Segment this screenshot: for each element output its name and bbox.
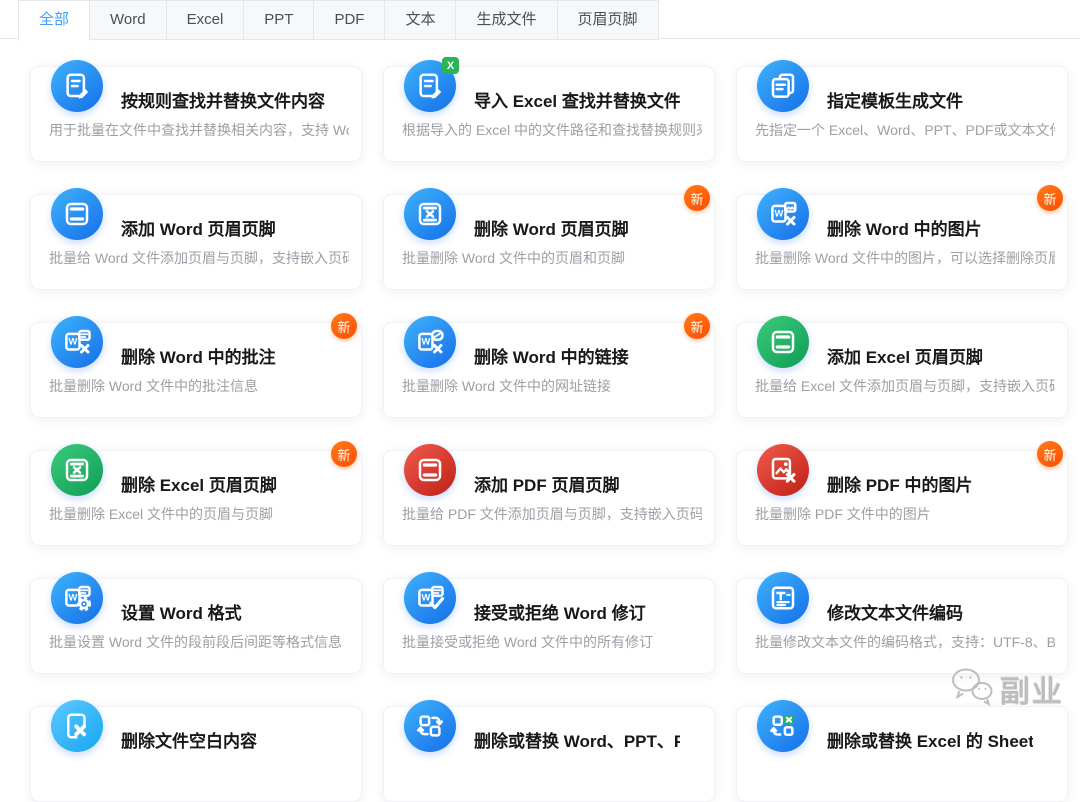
tool-card-title: 按规则查找并替换文件内容 bbox=[121, 87, 327, 112]
new-badge: 新 bbox=[1037, 441, 1063, 467]
tab-ppt[interactable]: PPT bbox=[244, 0, 314, 40]
word-comment-x-icon: W bbox=[51, 316, 103, 368]
header-x-icon bbox=[404, 188, 456, 240]
excel-find-replace-icon: X bbox=[404, 60, 456, 112]
header-footer-icon bbox=[757, 316, 809, 368]
header-footer-icon bbox=[404, 444, 456, 496]
tool-card-find-replace[interactable]: 按规则查找并替换文件内容用于批量在文件中查找并替换相关内容，支持 Wor bbox=[30, 66, 362, 162]
svg-text:W: W bbox=[774, 209, 783, 219]
tool-card-desc: 批量设置 Word 文件的段前段后间距等格式信息 bbox=[49, 632, 349, 652]
swap-replace-icon bbox=[404, 700, 456, 752]
new-badge: 新 bbox=[684, 313, 710, 339]
tool-card-replace-excel-sheet[interactable]: 删除或替换 Excel 的 Sheet bbox=[736, 706, 1068, 802]
word-format-icon: W bbox=[51, 572, 103, 624]
tab-all[interactable]: 全部 bbox=[18, 0, 90, 41]
tool-card-desc: 批量给 Excel 文件添加页眉与页脚，支持嵌入页码 bbox=[755, 376, 1055, 396]
tool-card-title: 添加 Word 页眉页脚 bbox=[121, 215, 327, 240]
tool-card-desc: 批量给 Word 文件添加页眉与页脚，支持嵌入页码 bbox=[49, 248, 349, 268]
find-replace-icon bbox=[51, 60, 103, 112]
word-link-x-icon: W bbox=[404, 316, 456, 368]
word-image-x-icon: W bbox=[757, 188, 809, 240]
tool-card-desc: 批量删除 Excel 文件中的页眉与页脚 bbox=[49, 504, 349, 524]
tool-card-desc: 批量删除 PDF 文件中的图片 bbox=[755, 504, 1055, 524]
tool-card-set-word-format[interactable]: W 设置 Word 格式批量设置 Word 文件的段前段后间距等格式信息 bbox=[30, 578, 362, 674]
tool-card-title: 删除 Word 中的批注 bbox=[121, 343, 327, 368]
new-badge: 新 bbox=[1037, 185, 1063, 211]
tool-card-add-word-header-footer[interactable]: 添加 Word 页眉页脚批量给 Word 文件添加页眉与页脚，支持嵌入页码 bbox=[30, 194, 362, 290]
tool-card-title: 添加 Excel 页眉页脚 bbox=[827, 343, 1033, 368]
tool-card-title: 接受或拒绝 Word 修订 bbox=[474, 599, 680, 624]
tool-card-word-revisions[interactable]: W 接受或拒绝 Word 修订批量接受或拒绝 Word 文件中的所有修订 bbox=[383, 578, 715, 674]
category-tabbar: 全部WordExcelPPTPDF文本生成文件页眉页脚 bbox=[0, 0, 1080, 40]
tool-card-desc: 批量修改文本文件的编码格式，支持：UTF-8、BIG bbox=[755, 632, 1055, 652]
template-generate-icon bbox=[757, 60, 809, 112]
word-revision-icon: W bbox=[404, 572, 456, 624]
tool-card-add-excel-header-footer[interactable]: 添加 Excel 页眉页脚批量给 Excel 文件添加页眉与页脚，支持嵌入页码 bbox=[736, 322, 1068, 418]
tool-card-title: 导入 Excel 查找并替换文件内容 bbox=[474, 87, 680, 112]
tool-card-remove-word-comments[interactable]: W删除 Word 中的批注批量删除 Word 文件中的批注信息新 bbox=[30, 322, 362, 418]
tool-card-title: 修改文本文件编码 bbox=[827, 599, 1033, 624]
tool-card-remove-blank-content[interactable]: 删除文件空白内容 bbox=[30, 706, 362, 802]
tool-card-desc: 批量删除 Word 文件中的页眉和页脚 bbox=[402, 248, 702, 268]
tool-card-title: 指定模板生成文件 bbox=[827, 87, 1033, 112]
tool-card-title: 删除 Excel 页眉页脚 bbox=[121, 471, 327, 496]
tool-card-remove-pdf-images[interactable]: 删除 PDF 中的图片批量删除 PDF 文件中的图片新 bbox=[736, 450, 1068, 546]
tool-card-desc: 批量接受或拒绝 Word 文件中的所有修订 bbox=[402, 632, 702, 652]
excel-sheet-swap-icon bbox=[757, 700, 809, 752]
tab-pdf[interactable]: PDF bbox=[314, 0, 385, 40]
tool-card-title: 删除 Word 中的链接 bbox=[474, 343, 680, 368]
tool-card-title: 删除 PDF 中的图片 bbox=[827, 471, 1033, 496]
tool-card-desc: 先指定一个 Excel、Word、PPT、PDF或文本文件作 bbox=[755, 120, 1055, 140]
tool-card-desc: 用于批量在文件中查找并替换相关内容，支持 Wor bbox=[49, 120, 349, 140]
new-badge: 新 bbox=[684, 185, 710, 211]
tool-card-add-pdf-header-footer[interactable]: 添加 PDF 页眉页脚批量给 PDF 文件添加页眉与页脚，支持嵌入页码 bbox=[383, 450, 715, 546]
tool-card-remove-word-links[interactable]: W删除 Word 中的链接批量删除 Word 文件中的网址链接新 bbox=[383, 322, 715, 418]
category-tabs: 全部WordExcelPPTPDF文本生成文件页眉页脚 bbox=[18, 0, 659, 41]
svg-text:W: W bbox=[68, 593, 77, 603]
tool-card-grid: 按规则查找并替换文件内容用于批量在文件中查找并替换相关内容，支持 WorX导入 … bbox=[30, 66, 1068, 802]
tab-generate-file[interactable]: 生成文件 bbox=[456, 0, 557, 40]
tool-card-remove-excel-header-footer[interactable]: 删除 Excel 页眉页脚批量删除 Excel 文件中的页眉与页脚新 bbox=[30, 450, 362, 546]
tool-card-desc: 批量删除 Word 文件中的网址链接 bbox=[402, 376, 702, 396]
tab-header-footer[interactable]: 页眉页脚 bbox=[558, 0, 659, 40]
tab-text[interactable]: 文本 bbox=[385, 0, 456, 40]
tool-card-desc: 批量删除 Word 文件中的图片，可以选择删除页眉 bbox=[755, 248, 1055, 268]
new-badge: 新 bbox=[331, 313, 357, 339]
svg-text:W: W bbox=[421, 337, 430, 347]
tab-word[interactable]: Word bbox=[90, 0, 167, 40]
tool-card-remove-word-header-footer[interactable]: 删除 Word 页眉页脚批量删除 Word 文件中的页眉和页脚新 bbox=[383, 194, 715, 290]
tool-card-desc: 批量给 PDF 文件添加页眉与页脚，支持嵌入页码 bbox=[402, 504, 702, 524]
tool-card-text-encoding[interactable]: 修改文本文件编码批量修改文本文件的编码格式，支持：UTF-8、BIG bbox=[736, 578, 1068, 674]
tool-card-title: 删除 Word 页眉页脚 bbox=[474, 215, 680, 240]
svg-text:W: W bbox=[421, 593, 430, 603]
tool-card-excel-find-replace[interactable]: X导入 Excel 查找并替换文件内容根据导入的 Excel 中的文件路径和查找… bbox=[383, 66, 715, 162]
tool-card-replace-word-ppt-pdf[interactable]: 删除或替换 Word、PPT、PDF bbox=[383, 706, 715, 802]
text-encoding-icon bbox=[757, 572, 809, 624]
tool-card-title: 添加 PDF 页眉页脚 bbox=[474, 471, 680, 496]
tool-card-desc: 批量删除 Word 文件中的批注信息 bbox=[49, 376, 349, 396]
tool-card-template-generate[interactable]: 指定模板生成文件先指定一个 Excel、Word、PPT、PDF或文本文件作 bbox=[736, 66, 1068, 162]
pdf-image-x-icon bbox=[757, 444, 809, 496]
header-footer-icon bbox=[51, 188, 103, 240]
excel-x-subbadge: X bbox=[442, 57, 459, 74]
blank-content-icon bbox=[51, 700, 103, 752]
tool-card-title: 设置 Word 格式 bbox=[121, 599, 327, 624]
tool-card-remove-word-images[interactable]: W删除 Word 中的图片批量删除 Word 文件中的图片，可以选择删除页眉新 bbox=[736, 194, 1068, 290]
header-x-icon bbox=[51, 444, 103, 496]
tab-excel[interactable]: Excel bbox=[167, 0, 245, 40]
tool-card-title: 删除 Word 中的图片 bbox=[827, 215, 1033, 240]
svg-text:W: W bbox=[68, 337, 77, 347]
tool-card-desc: 根据导入的 Excel 中的文件路径和查找替换规则来批 bbox=[402, 120, 702, 140]
new-badge: 新 bbox=[331, 441, 357, 467]
